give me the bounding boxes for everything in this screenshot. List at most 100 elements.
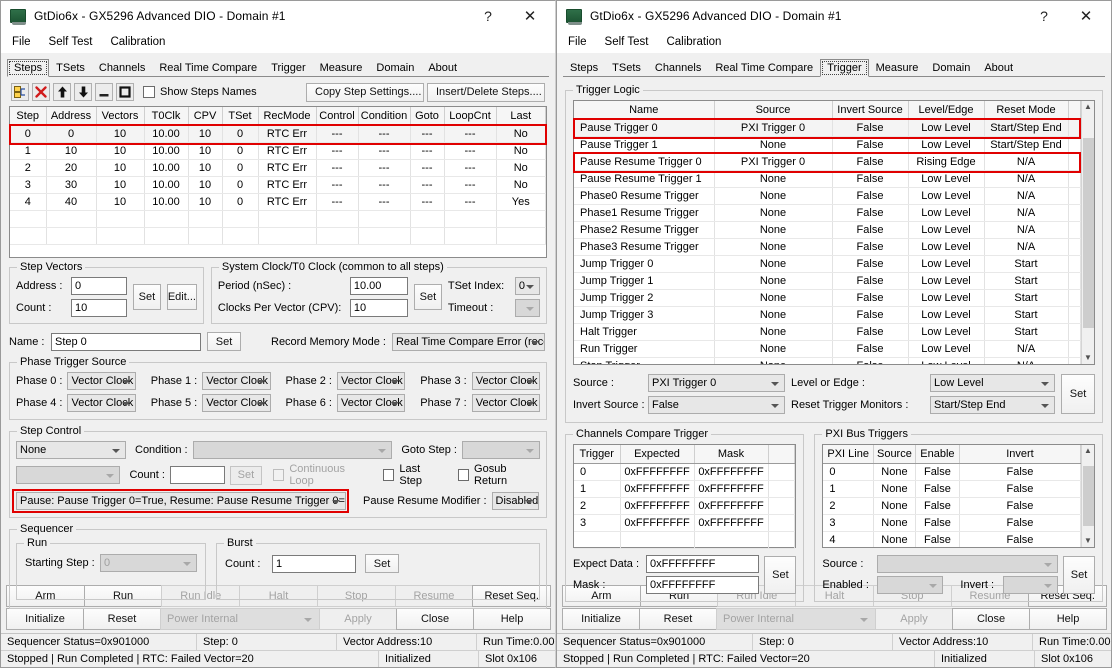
column-header-control[interactable]: Control [316,107,359,126]
menu-item-calibration[interactable]: Calibration [108,35,167,49]
column-header-level-edge[interactable]: Level/Edge [908,101,985,120]
record-memory-mode-select[interactable]: Real Time Compare Error (recording) [391,332,545,351]
goto-step-select[interactable] [462,441,540,459]
tab-trigger[interactable]: Trigger [820,59,869,77]
copy-step-settings-button[interactable]: Copy Step Settings.... [306,82,424,102]
pxi-bus-table[interactable]: PXI Line Source Enable Invert 0 None False Fal… [822,444,1095,548]
help-button[interactable]: ? [467,2,509,30]
phase-2-select[interactable]: Vector Clock [336,372,406,390]
table-row[interactable]: 1 0xFFFFFFFF 0xFFFFFFFF [574,480,796,498]
column-header-source[interactable]: Source [714,101,833,120]
mask-input[interactable]: 0xFFFFFFFF [646,576,760,594]
pxi-scrollbar[interactable]: ▲ ▼ [1081,445,1094,547]
column-header-mask[interactable]: Mask [694,445,769,464]
column-header-last[interactable]: Last [496,107,546,126]
reset-trigger-monitors-select[interactable]: Start/Step End [930,396,1055,414]
tab-channels[interactable]: Channels [92,59,152,77]
scroll-thumb[interactable] [1082,466,1094,526]
tab-steps[interactable]: Steps [7,59,50,77]
insert-delete-steps-button[interactable]: Insert/Delete Steps.... [427,82,545,102]
table-row[interactable]: Pause Trigger 0 PXI Trigger 0 False Low Lev… [574,119,1081,137]
scroll-up-icon[interactable]: ▲ [1084,101,1092,113]
tab-real-time-compare[interactable]: Real Time Compare [708,59,820,77]
scroll-down-icon[interactable]: ▼ [1084,535,1092,547]
help-text-button[interactable]: Help [1029,608,1107,630]
channels-compare-set-button[interactable]: Set [764,555,797,594]
menu-item-calibration[interactable]: Calibration [664,35,723,49]
tset-index-select[interactable]: 0 [514,277,540,295]
table-row[interactable]: Jump Trigger 0 None False Low Level Start [574,255,1081,273]
table-row[interactable]: Pause Trigger 1 None False Low Level Start/S… [574,136,1081,154]
initialize-button[interactable]: Initialize [562,608,640,630]
continuous-loop-checkbox[interactable]: Continuous Loop [272,463,367,487]
show-steps-names-checkbox[interactable]: Show Steps Names [143,86,257,98]
column-header-goto[interactable]: Goto [410,107,445,126]
table-row[interactable]: Run Trigger None False Low Level N/A [574,340,1081,358]
help-text-button[interactable]: Help [473,608,551,630]
column-header-cpv[interactable]: CPV [188,107,223,126]
channels-compare-table[interactable]: Trigger Expected Mask 0 0xFFFFFFFF 0xFFFFFFF… [573,444,797,549]
tab-measure[interactable]: Measure [869,59,926,77]
close-icon[interactable]: ✕ [1065,2,1107,30]
table-row[interactable]: Pause Resume Trigger 0 PXI Trigger 0 False… [574,153,1081,171]
column-header-trigger[interactable]: Trigger [574,445,621,464]
table-row[interactable]: 0 0xFFFFFFFF 0xFFFFFFFF [574,463,796,481]
titlebar-left[interactable]: GtDio6x - GX5296 Advanced DIO - Domain #… [1,1,555,31]
name-input[interactable]: Step 0 [51,332,201,351]
table-row[interactable]: Phase3 Resume Trigger None False Low Level N… [574,238,1081,256]
apply-button[interactable]: Apply [875,608,953,630]
starting-step-select[interactable]: 0 [100,554,197,572]
scroll-up-icon[interactable]: ▲ [1084,445,1092,457]
pause-resume-modifier-select[interactable]: Disabled [491,492,539,510]
pxi-set-button[interactable]: Set [1063,555,1095,594]
cpv-input[interactable]: 10 [349,299,408,317]
scroll-thumb[interactable] [1082,137,1094,328]
phase-0-select[interactable]: Vector Clock [67,372,136,390]
tab-tsets[interactable]: TSets [605,59,648,77]
initialize-button[interactable]: Initialize [6,608,84,630]
count-input[interactable]: 10 [71,299,127,317]
menu-item-file[interactable]: File [566,35,589,49]
pxi-enabled-select[interactable] [877,576,944,594]
table-row[interactable]: 3 0xFFFFFFFF 0xFFFFFFFF [574,514,796,532]
pxi-invert-select[interactable] [1003,576,1058,594]
column-header-address[interactable]: Address [46,107,97,126]
burst-count-input[interactable]: 1 [272,554,356,573]
close-button[interactable]: Close [952,608,1030,630]
trigger-scrollbar[interactable]: ▲ ▼ [1081,101,1094,364]
tab-steps[interactable]: Steps [563,59,605,77]
table-row[interactable]: 0 0 10 10.00 10 0 RTC Err --- --- --- --- No [10,125,546,143]
column-header-expected[interactable]: Expected [620,445,695,464]
name-set-button[interactable]: Set [207,332,241,351]
last-step-checkbox[interactable]: Last Step [383,463,443,487]
table-row[interactable]: 2 20 10 10.00 10 0 RTC Err --- --- --- --- No [10,159,546,177]
phase-7-select[interactable]: Vector Clock [471,394,540,412]
tab-domain[interactable]: Domain [925,59,977,77]
burst-set-button[interactable]: Set [365,554,399,573]
table-row[interactable]: Phase0 Resume Trigger None False Low Level N… [574,187,1081,205]
reset-button[interactable]: Reset [83,608,161,630]
system-clock-set-button[interactable]: Set [413,284,442,310]
phase-4-select[interactable]: Vector Clock [67,394,136,412]
power-select[interactable]: Power Internal [160,608,320,630]
expand-icon[interactable] [116,83,134,101]
column-header-loopcnt[interactable]: LoopCnt [444,107,497,126]
table-row[interactable]: 4 40 10 10.00 10 0 RTC Err --- --- --- --- Yes [10,193,546,211]
table-row[interactable]: 4 None False False [823,531,1081,547]
column-header-reset-mode[interactable]: Reset Mode [984,101,1069,120]
step-vectors-set-button[interactable]: Set [132,284,161,310]
trigger-logic-table[interactable]: Name Source Invert Source Level/Edge Reset M… [573,100,1095,365]
column-header-source[interactable]: Source [873,445,916,464]
menu-item-self-test[interactable]: Self Test [47,35,95,49]
step-vectors-edit-button[interactable]: Edit... [166,284,197,310]
titlebar-right[interactable]: GtDio6x - GX5296 Advanced DIO - Domain #… [557,1,1111,31]
table-row[interactable]: Phase2 Resume Trigger None False Low Level N… [574,221,1081,239]
reset-button[interactable]: Reset [639,608,717,630]
phase-3-select[interactable]: Vector Clock [471,372,540,390]
column-header-invert-source[interactable]: Invert Source [832,101,909,120]
table-row-empty[interactable] [574,531,796,549]
table-row[interactable]: 3 30 10 10.00 10 0 RTC Err --- --- --- --- No [10,176,546,194]
step-count-set-button[interactable]: Set [229,465,262,485]
table-row[interactable]: Halt Trigger None False Low Level Start [574,323,1081,341]
phase-6-select[interactable]: Vector Clock [336,394,406,412]
